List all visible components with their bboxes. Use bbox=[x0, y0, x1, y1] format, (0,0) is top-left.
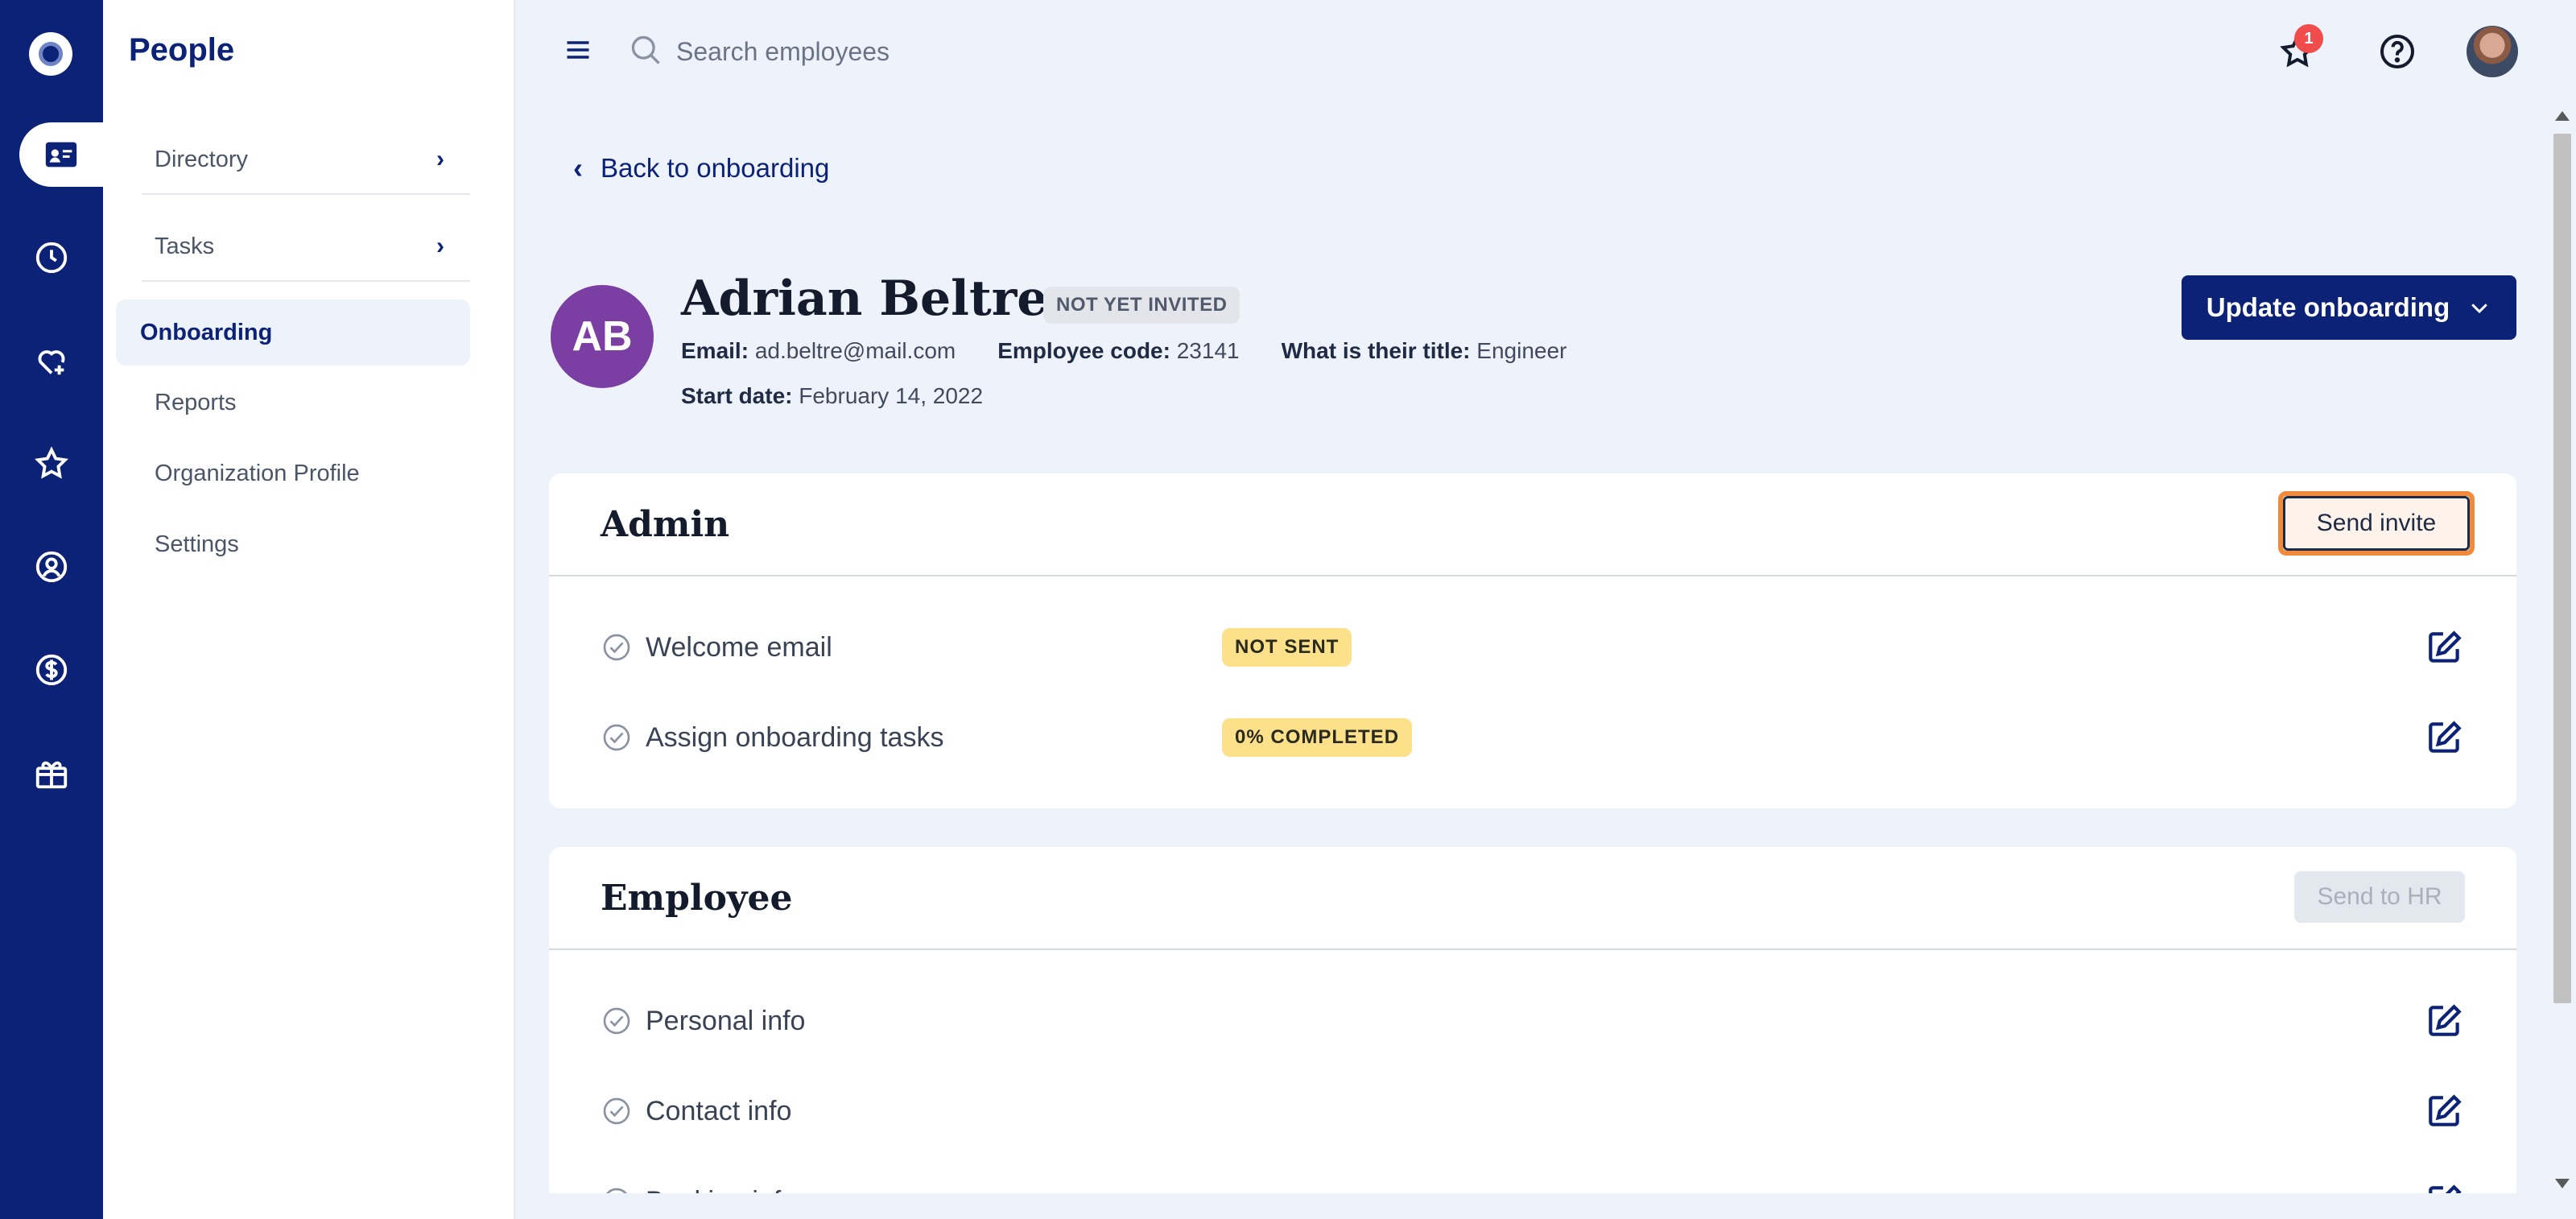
back-label: Back to onboarding bbox=[601, 153, 830, 183]
nav-item-reports[interactable]: Reports bbox=[142, 390, 237, 416]
task-label: Banking info bbox=[646, 1186, 1225, 1194]
edit-icon[interactable] bbox=[2425, 1181, 2465, 1193]
check-circle-icon bbox=[603, 634, 630, 661]
employee-card: Employee Send to HR Personal info Contac… bbox=[549, 847, 2516, 1193]
employee-card-header: Employee Send to HR bbox=[549, 847, 2516, 950]
invite-status-badge: NOT YET INVITED bbox=[1043, 287, 1241, 324]
content-bottom-edge bbox=[515, 1193, 2549, 1219]
edit-icon[interactable] bbox=[2425, 1001, 2465, 1041]
back-to-onboarding-link[interactable]: ‹ Back to onboarding bbox=[573, 151, 829, 185]
task-row-personal-info: Personal info bbox=[601, 997, 2465, 1045]
app-rail bbox=[0, 0, 103, 1219]
logo-icon[interactable] bbox=[29, 32, 72, 76]
send-invite-button[interactable]: Send invite bbox=[2283, 496, 2470, 551]
nav-item-organization-profile[interactable]: Organization Profile bbox=[142, 461, 360, 487]
send-to-hr-button[interactable]: Send to HR bbox=[2294, 871, 2465, 923]
employee-card-title: Employee bbox=[601, 878, 793, 919]
help-circle-icon[interactable] bbox=[2373, 27, 2421, 76]
section-nav: People Directory › Tasks › Onboarding Re… bbox=[103, 0, 515, 1219]
nav-item-settings[interactable]: Settings bbox=[142, 531, 239, 558]
clock-icon[interactable] bbox=[0, 225, 103, 290]
status-badge: 0% COMPLETED bbox=[1222, 718, 1413, 757]
nav-item-directory[interactable]: Directory › bbox=[142, 126, 470, 195]
nav-item-onboarding[interactable]: Onboarding bbox=[116, 300, 470, 366]
start-date-field: Start date: February 14, 2022 bbox=[681, 383, 984, 408]
update-onboarding-button[interactable]: Update onboarding bbox=[2182, 275, 2516, 340]
scroll-up-arrow-icon[interactable] bbox=[2555, 111, 2570, 121]
task-row-assign-onboarding-tasks: Assign onboarding tasks 0% COMPLETED bbox=[601, 713, 2465, 762]
heart-plus-icon[interactable] bbox=[0, 329, 103, 393]
task-label: Personal info bbox=[646, 1005, 806, 1036]
scroll-thumb[interactable] bbox=[2553, 134, 2571, 1003]
nav-item-label: Onboarding bbox=[140, 319, 273, 345]
check-circle-icon bbox=[603, 1007, 630, 1035]
task-row-contact-info: Contact info bbox=[601, 1087, 2465, 1135]
dollar-icon[interactable] bbox=[0, 638, 103, 702]
admin-card: Admin Send invite Welcome email NOT SENT… bbox=[549, 473, 2516, 808]
main-scrollbar[interactable] bbox=[2549, 105, 2576, 1195]
task-label: Contact info bbox=[646, 1095, 792, 1126]
employee-meta-row: Email: ad.beltre@mail.com Employee code:… bbox=[681, 338, 1567, 364]
user-avatar[interactable] bbox=[2467, 26, 2518, 77]
people-card-icon[interactable] bbox=[19, 122, 103, 187]
star-icon[interactable] bbox=[0, 432, 103, 496]
search-input[interactable] bbox=[676, 29, 1401, 74]
search-icon bbox=[631, 35, 660, 64]
employee-avatar: AB bbox=[551, 285, 654, 388]
check-circle-icon bbox=[606, 1188, 627, 1193]
task-label: Assign onboarding tasks bbox=[646, 721, 944, 753]
chevron-right-icon: › bbox=[436, 146, 444, 172]
email-field: Email: ad.beltre@mail.com bbox=[681, 338, 956, 363]
chevron-right-icon: › bbox=[436, 233, 444, 259]
scroll-down-arrow-icon[interactable] bbox=[2555, 1179, 2570, 1188]
task-label: Welcome email bbox=[646, 631, 832, 663]
check-circle-icon bbox=[603, 724, 630, 751]
nav-item-label: Tasks bbox=[155, 233, 215, 259]
edit-icon[interactable] bbox=[2425, 717, 2465, 758]
notification-badge: 1 bbox=[2294, 24, 2323, 53]
top-bar: 1 bbox=[515, 0, 2576, 105]
nav-item-tasks[interactable]: Tasks › bbox=[142, 213, 470, 282]
admin-card-title: Admin bbox=[601, 504, 730, 545]
chevron-down-icon bbox=[2471, 304, 2488, 314]
gift-box-icon[interactable] bbox=[0, 741, 103, 805]
nav-title: People bbox=[129, 32, 235, 68]
employee-code-field: Employee code: 23141 bbox=[997, 338, 1240, 363]
nav-item-label: Directory bbox=[155, 146, 249, 172]
update-onboarding-label: Update onboarding bbox=[2206, 292, 2450, 322]
check-circle-icon bbox=[603, 1097, 630, 1125]
job-title-field: What is their title: Engineer bbox=[1281, 338, 1567, 363]
send-invite-focus-ring: Send invite bbox=[2278, 491, 2475, 556]
admin-card-header: Admin Send invite bbox=[549, 473, 2516, 576]
edit-icon[interactable] bbox=[2425, 627, 2465, 667]
edit-icon[interactable] bbox=[2425, 1091, 2465, 1131]
status-badge: NOT SENT bbox=[1222, 628, 1352, 667]
employee-name: Adrian Beltre bbox=[681, 271, 1048, 327]
person-search-icon[interactable] bbox=[0, 535, 103, 599]
task-row-banking-info: Banking info bbox=[601, 1177, 2465, 1193]
start-date-row: Start date: February 14, 2022 bbox=[681, 383, 983, 409]
chevron-left-icon: ‹ bbox=[573, 151, 583, 184]
menu-icon[interactable] bbox=[564, 35, 592, 64]
task-row-welcome-email: Welcome email NOT SENT bbox=[601, 623, 2465, 671]
